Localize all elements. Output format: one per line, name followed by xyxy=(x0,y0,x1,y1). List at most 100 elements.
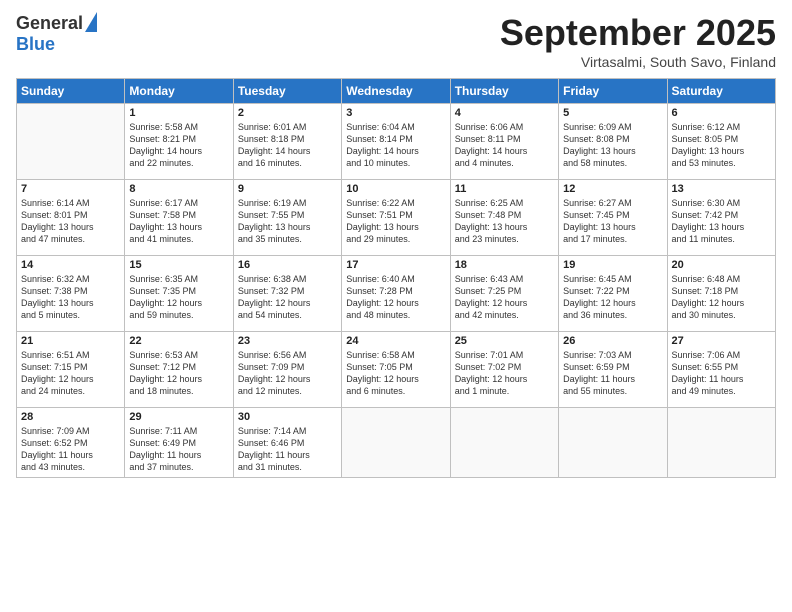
day-info: Sunrise: 6:25 AM Sunset: 7:48 PM Dayligh… xyxy=(455,197,554,246)
header-row: SundayMondayTuesdayWednesdayThursdayFrid… xyxy=(17,79,776,104)
day-cell: 23 Sunrise: 6:56 AM Sunset: 7:09 PM Dayli… xyxy=(233,332,341,408)
day-info: Sunrise: 6:04 AM Sunset: 8:14 PM Dayligh… xyxy=(346,121,445,170)
day-number: 25 xyxy=(455,335,554,347)
day-cell: 26 Sunrise: 7:03 AM Sunset: 6:59 PM Dayli… xyxy=(559,332,667,408)
day-number: 29 xyxy=(129,411,228,423)
day-info: Sunrise: 7:09 AM Sunset: 6:52 PM Dayligh… xyxy=(21,425,120,474)
day-info: Sunrise: 6:45 AM Sunset: 7:22 PM Dayligh… xyxy=(563,273,662,322)
day-number: 21 xyxy=(21,335,120,347)
day-number: 30 xyxy=(238,411,337,423)
day-info: Sunrise: 7:03 AM Sunset: 6:59 PM Dayligh… xyxy=(563,349,662,398)
day-info: Sunrise: 6:27 AM Sunset: 7:45 PM Dayligh… xyxy=(563,197,662,246)
day-cell: 22Sunrise: 6:53 AM Sunset: 7:12 PM Dayli… xyxy=(125,332,233,408)
day-info: Sunrise: 6:48 AM Sunset: 7:18 PM Dayligh… xyxy=(672,273,771,322)
day-number: 17 xyxy=(346,259,445,271)
day-cell: 25 Sunrise: 7:01 AM Sunset: 7:02 PM Dayli… xyxy=(450,332,558,408)
header: General Blue September 2025 Virtasalmi, … xyxy=(16,12,776,70)
day-info: Sunrise: 6:30 AM Sunset: 7:42 PM Dayligh… xyxy=(672,197,771,246)
day-cell: 4 Sunrise: 6:06 AM Sunset: 8:11 PM Daylig… xyxy=(450,104,558,180)
week-row-3: 14Sunrise: 6:32 AM Sunset: 7:38 PM Dayli… xyxy=(17,256,776,332)
day-number: 7 xyxy=(21,183,120,195)
day-cell: 14Sunrise: 6:32 AM Sunset: 7:38 PM Dayli… xyxy=(17,256,125,332)
page: General Blue September 2025 Virtasalmi, … xyxy=(0,0,792,612)
day-info: Sunrise: 7:14 AM Sunset: 6:46 PM Dayligh… xyxy=(238,425,337,474)
day-cell: 16 Sunrise: 6:38 AM Sunset: 7:32 PM Dayli… xyxy=(233,256,341,332)
day-cell: 1Sunrise: 5:58 AM Sunset: 8:21 PM Daylig… xyxy=(125,104,233,180)
day-info: Sunrise: 6:35 AM Sunset: 7:35 PM Dayligh… xyxy=(129,273,228,322)
day-number: 13 xyxy=(672,183,771,195)
day-number: 12 xyxy=(563,183,662,195)
day-number: 26 xyxy=(563,335,662,347)
day-number: 10 xyxy=(346,183,445,195)
calendar-table: SundayMondayTuesdayWednesdayThursdayFrid… xyxy=(16,78,776,478)
day-number: 15 xyxy=(129,259,228,271)
day-cell: 12 Sunrise: 6:27 AM Sunset: 7:45 PM Dayli… xyxy=(559,180,667,256)
day-number: 8 xyxy=(129,183,228,195)
day-cell: 8 Sunrise: 6:17 AM Sunset: 7:58 PM Daylig… xyxy=(125,180,233,256)
day-number: 23 xyxy=(238,335,337,347)
day-number: 9 xyxy=(238,183,337,195)
day-cell: 2 Sunrise: 6:01 AM Sunset: 8:18 PM Daylig… xyxy=(233,104,341,180)
day-cell: 20 Sunrise: 6:48 AM Sunset: 7:18 PM Dayli… xyxy=(667,256,775,332)
day-cell: 5 Sunrise: 6:09 AM Sunset: 8:08 PM Daylig… xyxy=(559,104,667,180)
day-info: Sunrise: 7:11 AM Sunset: 6:49 PM Dayligh… xyxy=(129,425,228,474)
day-number: 22 xyxy=(129,335,228,347)
day-info: Sunrise: 6:06 AM Sunset: 8:11 PM Dayligh… xyxy=(455,121,554,170)
day-number: 19 xyxy=(563,259,662,271)
day-number: 16 xyxy=(238,259,337,271)
day-info: Sunrise: 6:12 AM Sunset: 8:05 PM Dayligh… xyxy=(672,121,771,170)
day-cell: 3 Sunrise: 6:04 AM Sunset: 8:14 PM Daylig… xyxy=(342,104,450,180)
day-info: Sunrise: 6:32 AM Sunset: 7:38 PM Dayligh… xyxy=(21,273,120,322)
week-row-5: 28 Sunrise: 7:09 AM Sunset: 6:52 PM Dayli… xyxy=(17,408,776,478)
month-title: September 2025 xyxy=(500,12,776,54)
day-cell: 13 Sunrise: 6:30 AM Sunset: 7:42 PM Dayli… xyxy=(667,180,775,256)
day-cell: 7 Sunrise: 6:14 AM Sunset: 8:01 PM Daylig… xyxy=(17,180,125,256)
day-cell: 10 Sunrise: 6:22 AM Sunset: 7:51 PM Dayli… xyxy=(342,180,450,256)
day-info: Sunrise: 7:06 AM Sunset: 6:55 PM Dayligh… xyxy=(672,349,771,398)
day-number: 28 xyxy=(21,411,120,423)
title-block: September 2025 Virtasalmi, South Savo, F… xyxy=(500,12,776,70)
day-cell: 27Sunrise: 7:06 AM Sunset: 6:55 PM Dayli… xyxy=(667,332,775,408)
day-info: Sunrise: 6:09 AM Sunset: 8:08 PM Dayligh… xyxy=(563,121,662,170)
day-info: Sunrise: 5:58 AM Sunset: 8:21 PM Dayligh… xyxy=(129,121,228,170)
day-cell: 11Sunrise: 6:25 AM Sunset: 7:48 PM Dayli… xyxy=(450,180,558,256)
week-row-4: 21 Sunrise: 6:51 AM Sunset: 7:15 PM Dayli… xyxy=(17,332,776,408)
col-header-friday: Friday xyxy=(559,79,667,104)
day-number: 3 xyxy=(346,107,445,119)
day-cell xyxy=(342,408,450,478)
day-info: Sunrise: 6:01 AM Sunset: 8:18 PM Dayligh… xyxy=(238,121,337,170)
day-number: 20 xyxy=(672,259,771,271)
day-cell: 17Sunrise: 6:40 AM Sunset: 7:28 PM Dayli… xyxy=(342,256,450,332)
day-cell xyxy=(17,104,125,180)
day-info: Sunrise: 6:22 AM Sunset: 7:51 PM Dayligh… xyxy=(346,197,445,246)
day-cell: 18Sunrise: 6:43 AM Sunset: 7:25 PM Dayli… xyxy=(450,256,558,332)
location: Virtasalmi, South Savo, Finland xyxy=(500,54,776,70)
day-cell: 9 Sunrise: 6:19 AM Sunset: 7:55 PM Daylig… xyxy=(233,180,341,256)
day-info: Sunrise: 6:51 AM Sunset: 7:15 PM Dayligh… xyxy=(21,349,120,398)
day-cell: 28 Sunrise: 7:09 AM Sunset: 6:52 PM Dayli… xyxy=(17,408,125,478)
day-info: Sunrise: 6:38 AM Sunset: 7:32 PM Dayligh… xyxy=(238,273,337,322)
logo-blue-text: Blue xyxy=(16,34,55,55)
day-info: Sunrise: 6:14 AM Sunset: 8:01 PM Dayligh… xyxy=(21,197,120,246)
day-info: Sunrise: 7:01 AM Sunset: 7:02 PM Dayligh… xyxy=(455,349,554,398)
day-number: 24 xyxy=(346,335,445,347)
day-number: 4 xyxy=(455,107,554,119)
week-row-1: 1Sunrise: 5:58 AM Sunset: 8:21 PM Daylig… xyxy=(17,104,776,180)
day-info: Sunrise: 6:17 AM Sunset: 7:58 PM Dayligh… xyxy=(129,197,228,246)
logo: General Blue xyxy=(16,12,97,55)
day-info: Sunrise: 6:58 AM Sunset: 7:05 PM Dayligh… xyxy=(346,349,445,398)
day-cell: 6 Sunrise: 6:12 AM Sunset: 8:05 PM Daylig… xyxy=(667,104,775,180)
week-row-2: 7 Sunrise: 6:14 AM Sunset: 8:01 PM Daylig… xyxy=(17,180,776,256)
day-number: 6 xyxy=(672,107,771,119)
day-info: Sunrise: 6:19 AM Sunset: 7:55 PM Dayligh… xyxy=(238,197,337,246)
day-cell: 29 Sunrise: 7:11 AM Sunset: 6:49 PM Dayli… xyxy=(125,408,233,478)
day-info: Sunrise: 6:56 AM Sunset: 7:09 PM Dayligh… xyxy=(238,349,337,398)
logo-triangle-icon xyxy=(85,12,97,32)
col-header-tuesday: Tuesday xyxy=(233,79,341,104)
col-header-monday: Monday xyxy=(125,79,233,104)
day-number: 2 xyxy=(238,107,337,119)
day-cell: 21 Sunrise: 6:51 AM Sunset: 7:15 PM Dayli… xyxy=(17,332,125,408)
day-cell xyxy=(667,408,775,478)
col-header-thursday: Thursday xyxy=(450,79,558,104)
day-number: 5 xyxy=(563,107,662,119)
